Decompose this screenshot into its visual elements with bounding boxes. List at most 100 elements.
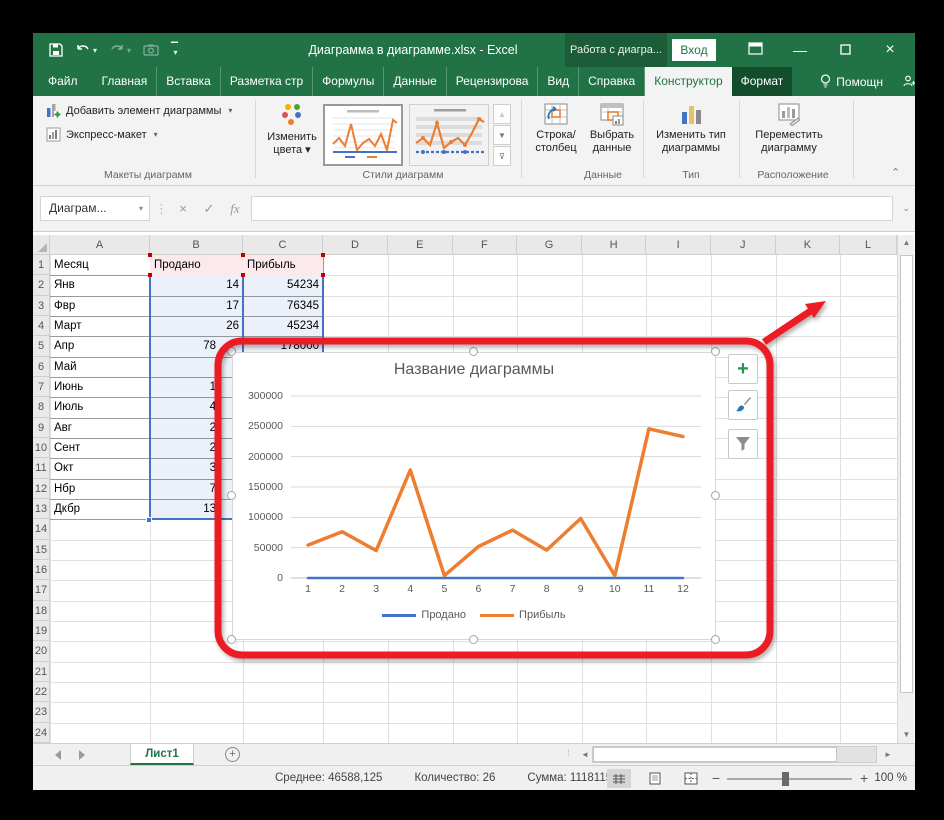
row-header-11[interactable]: 11	[33, 458, 50, 478]
cell-A11[interactable]: Окт	[50, 458, 150, 478]
row-header-24[interactable]: 24	[33, 723, 50, 743]
styles-more-button[interactable]: ⊽	[493, 146, 511, 166]
scroll-left-icon[interactable]: ◄	[578, 746, 592, 763]
page-layout-view-button[interactable]	[643, 769, 667, 788]
scroll-right-icon[interactable]: ►	[881, 746, 895, 763]
chart-selection-handle[interactable]	[469, 347, 478, 356]
row-header-2[interactable]: 2	[33, 275, 50, 295]
row-header-7[interactable]: 7	[33, 377, 50, 397]
cell-A12[interactable]: Нбр	[50, 479, 150, 499]
ribbon-tab-Главная[interactable]: Главная	[93, 67, 158, 96]
column-header-C[interactable]: C	[243, 235, 323, 255]
column-header-J[interactable]: J	[711, 235, 776, 255]
cell-B8[interactable]: 4	[150, 397, 243, 417]
ribbon-tab-Справка[interactable]: Справка	[579, 67, 645, 96]
chart-selection-handle[interactable]	[227, 347, 236, 356]
cell-A1[interactable]: Месяц	[50, 255, 150, 275]
column-header-B[interactable]: B	[150, 235, 243, 255]
cell-A5[interactable]: Апр	[50, 336, 150, 356]
row-header-6[interactable]: 6	[33, 357, 50, 377]
collapse-ribbon-icon[interactable]: ⌃	[891, 166, 900, 179]
cell-B7[interactable]: 1	[150, 377, 243, 397]
add-sheet-button[interactable]: +	[225, 747, 240, 762]
horizontal-scrollbar[interactable]: ◄ ►	[578, 746, 895, 763]
scroll-down-icon[interactable]: ▼	[899, 727, 914, 743]
chart-selection-handle[interactable]	[711, 491, 720, 500]
chart-object[interactable]: Название диаграммы 050000100000150000200…	[232, 352, 716, 640]
vertical-scrollbar[interactable]: ▲ ▼	[897, 235, 914, 743]
cell-C3[interactable]: 76345	[243, 296, 323, 316]
row-header-8[interactable]: 8	[33, 397, 50, 417]
cell-B4[interactable]: 26	[150, 316, 243, 336]
zoom-slider-thumb[interactable]	[782, 772, 789, 786]
undo-icon[interactable]: ▾	[75, 44, 97, 57]
chart-styles-button[interactable]	[728, 390, 758, 420]
name-box-dropdown-icon[interactable]: ▾	[139, 197, 143, 220]
select-all-corner[interactable]	[33, 235, 50, 255]
name-box[interactable]: Диаграм...▾	[40, 196, 150, 221]
page-break-view-button[interactable]	[679, 769, 703, 788]
chart-legend[interactable]: Продано Прибыль	[233, 609, 715, 621]
ribbon-tab-Конструктор[interactable]: Конструктор	[645, 67, 731, 96]
cell-A8[interactable]: Июль	[50, 397, 150, 417]
save-icon[interactable]	[49, 43, 63, 57]
column-header-D[interactable]: D	[323, 235, 388, 255]
column-header-F[interactable]: F	[453, 235, 518, 255]
help-tab[interactable]: Помощн	[810, 67, 893, 96]
column-header-I[interactable]: I	[646, 235, 711, 255]
expand-formula-bar-icon[interactable]: ⌄	[902, 196, 910, 221]
column-header-L[interactable]: L	[840, 235, 897, 255]
chart-style-1-thumbnail[interactable]	[323, 104, 403, 166]
column-header-K[interactable]: K	[776, 235, 841, 255]
column-header-G[interactable]: G	[517, 235, 582, 255]
redo-icon[interactable]: ▾	[109, 44, 131, 57]
cell-A7[interactable]: Июнь	[50, 377, 150, 397]
tab-scroll-splitter[interactable]: ⁞	[567, 748, 570, 758]
change-colors-button[interactable]: Изменить цвета ▾	[260, 102, 324, 157]
cell-C1[interactable]: Прибыль	[243, 255, 323, 275]
row-header-18[interactable]: 18	[33, 601, 50, 621]
camera-icon[interactable]	[143, 44, 159, 56]
row-header-1[interactable]: 1	[33, 255, 50, 275]
row-header-23[interactable]: 23	[33, 702, 50, 722]
ribbon-tab-Вставка[interactable]: Вставка	[157, 67, 221, 96]
chart-selection-handle[interactable]	[227, 635, 236, 644]
quick-layout-button[interactable]: Экспресс-макет▾	[46, 127, 158, 142]
chart-elements-button[interactable]: +	[728, 354, 758, 384]
chart-selection-handle[interactable]	[227, 491, 236, 500]
row-header-20[interactable]: 20	[33, 641, 50, 661]
cell-A4[interactable]: Март	[50, 316, 150, 336]
legend-item-prodano[interactable]: Продано	[382, 609, 466, 621]
row-header-13[interactable]: 13	[33, 499, 50, 519]
chart-selection-handle[interactable]	[711, 635, 720, 644]
formula-input[interactable]	[251, 196, 893, 221]
styles-scroll-up[interactable]: ▲	[493, 104, 511, 124]
row-header-9[interactable]: 9	[33, 418, 50, 438]
column-header-H[interactable]: H	[582, 235, 647, 255]
row-header-17[interactable]: 17	[33, 580, 50, 600]
row-header-12[interactable]: 12	[33, 479, 50, 499]
fill-handle[interactable]	[146, 517, 152, 523]
normal-view-button[interactable]	[607, 769, 631, 788]
maximize-button[interactable]	[830, 33, 860, 67]
row-header-15[interactable]: 15	[33, 540, 50, 560]
select-data-button[interactable]: Выбрать данные	[584, 102, 640, 155]
add-chart-element-button[interactable]: Добавить элемент диаграммы▾	[46, 103, 232, 118]
switch-row-column-button[interactable]: Строка/ столбец	[528, 102, 584, 155]
legend-item-pribyl[interactable]: Прибыль	[480, 609, 566, 621]
chart-selection-handle[interactable]	[469, 635, 478, 644]
row-header-16[interactable]: 16	[33, 560, 50, 580]
cell-A13[interactable]: Дкбр	[50, 499, 150, 519]
ribbon-tab-Файл[interactable]: Файл	[33, 67, 93, 96]
row-header-10[interactable]: 10	[33, 438, 50, 458]
zoom-in-button[interactable]: +	[860, 766, 868, 790]
ribbon-tab-Формат[interactable]: Формат	[732, 67, 793, 96]
move-chart-button[interactable]: Переместить диаграмму	[745, 102, 833, 155]
prev-sheet-icon[interactable]	[55, 750, 61, 760]
change-chart-type-button[interactable]: Изменить тип диаграммы	[648, 102, 734, 155]
column-header-E[interactable]: E	[388, 235, 453, 255]
row-header-3[interactable]: 3	[33, 296, 50, 316]
minimize-button[interactable]: —	[785, 33, 815, 67]
zoom-out-button[interactable]: −	[712, 766, 720, 790]
ribbon-tab-Рецензирова[interactable]: Рецензирова	[447, 67, 539, 96]
